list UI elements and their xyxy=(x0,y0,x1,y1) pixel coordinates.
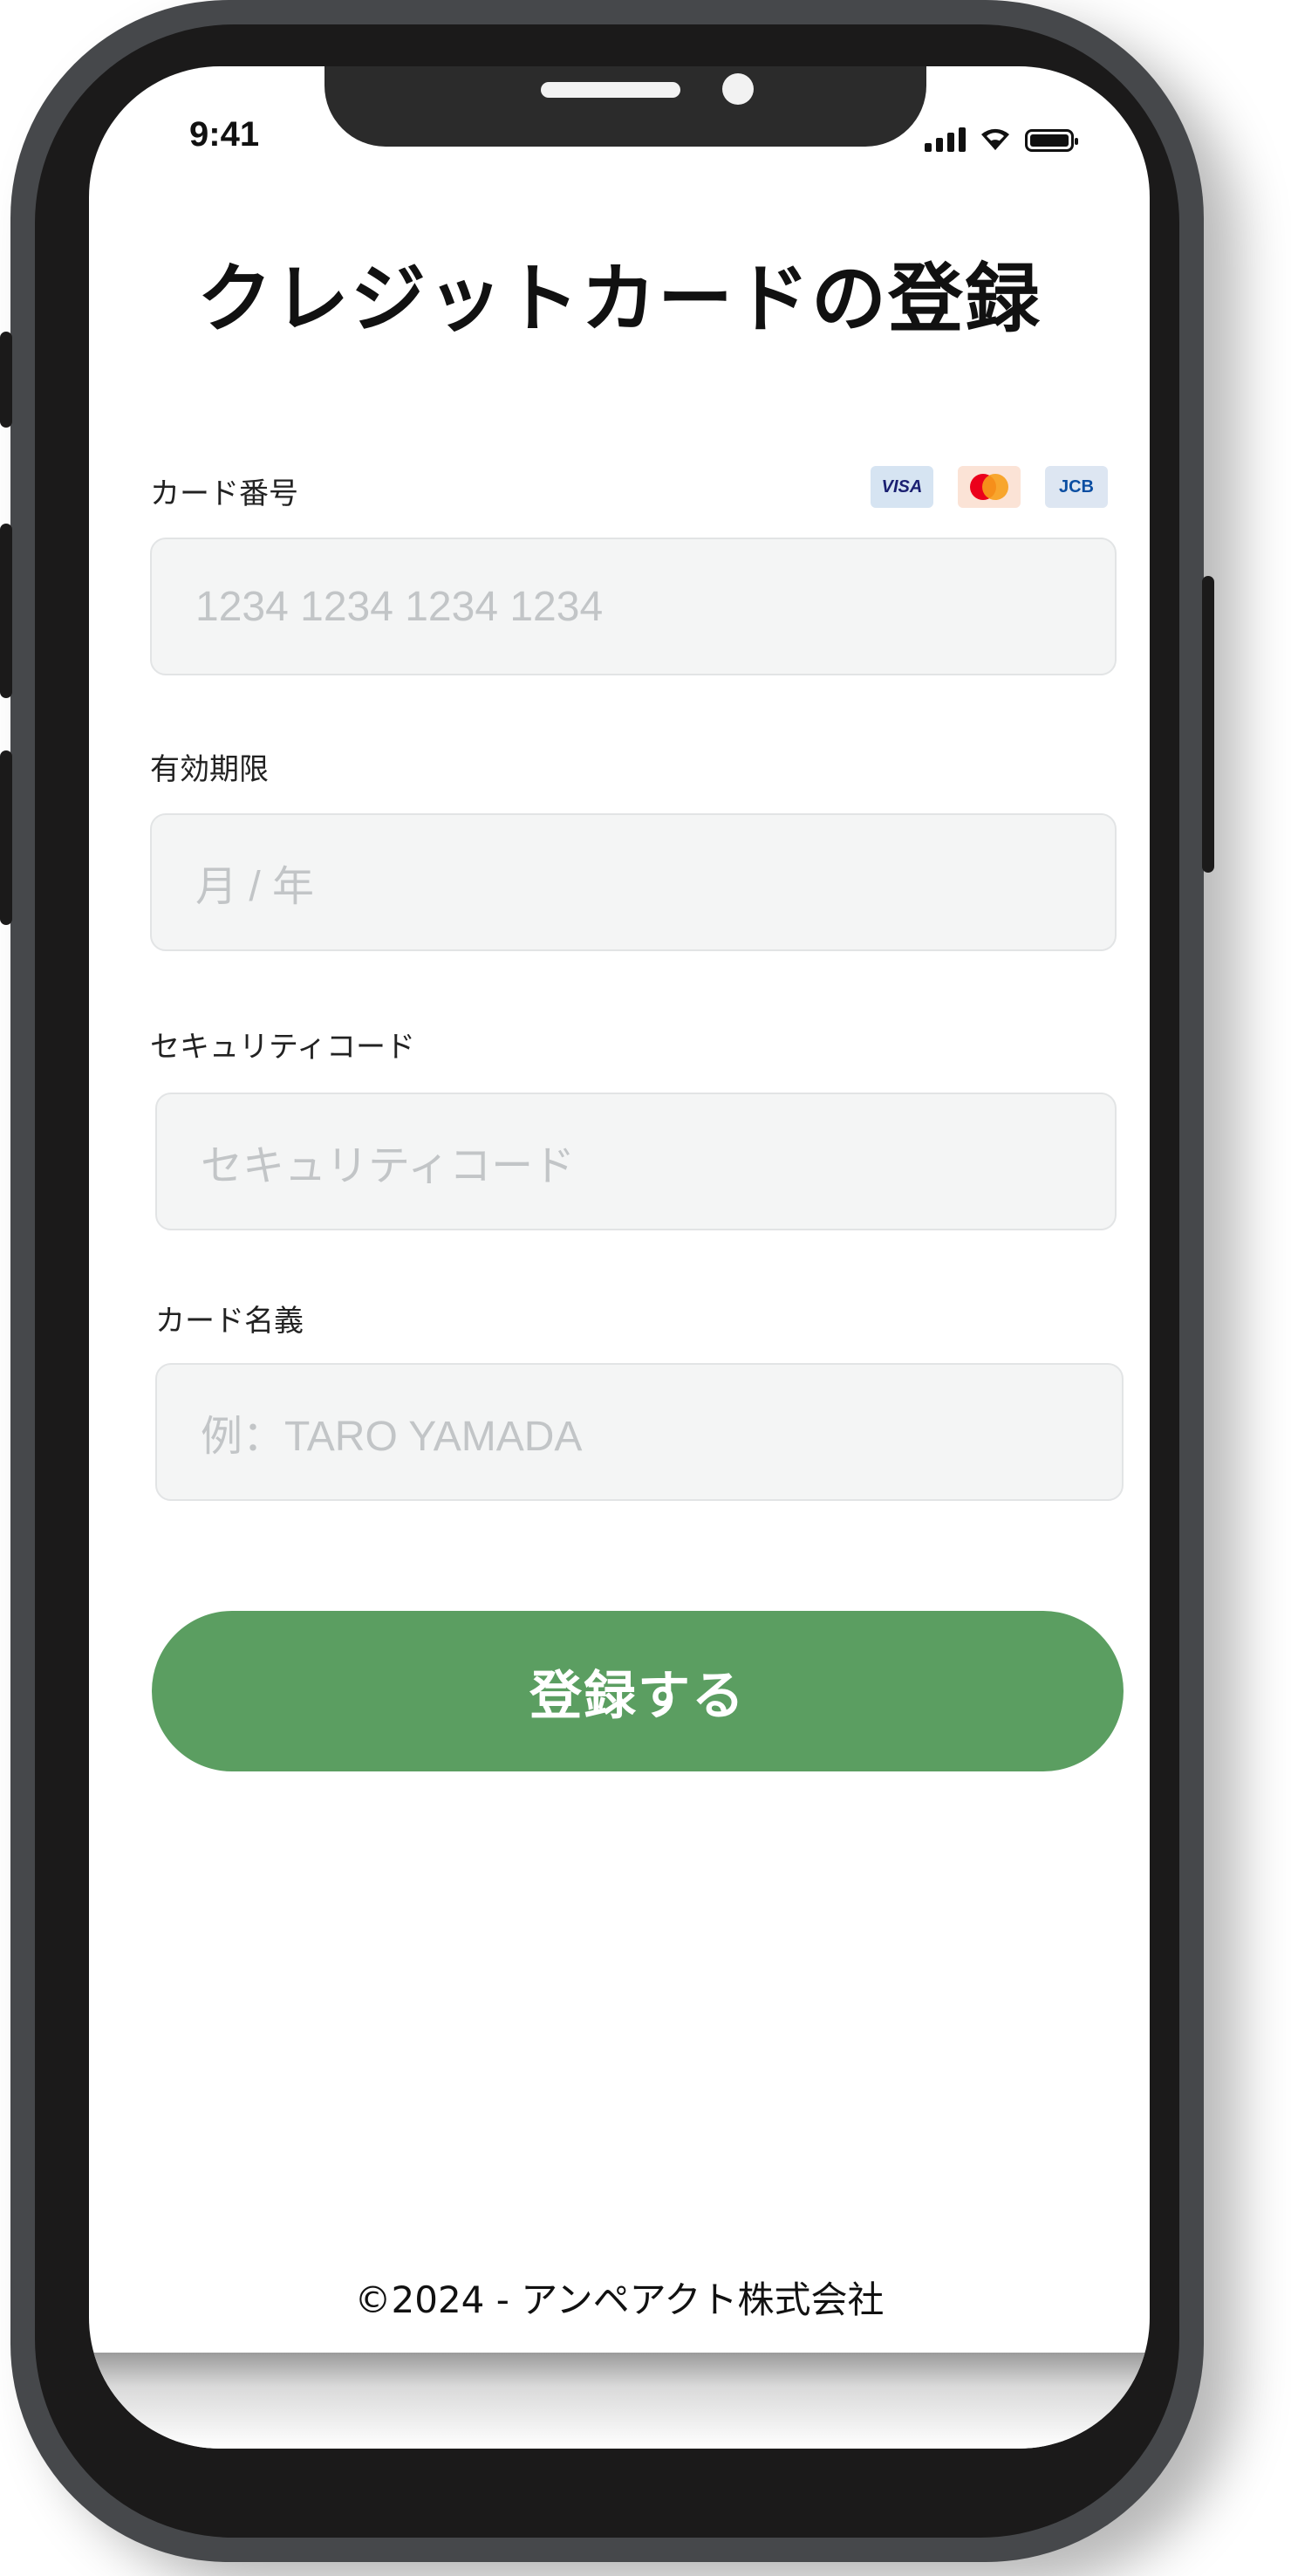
visa-icon: VISA xyxy=(871,466,933,508)
speaker xyxy=(541,82,680,98)
footer-copyright: ©2024 - アンペアクト株式会社 xyxy=(354,2278,885,2321)
card-number-input[interactable]: 1234 1234 1234 1234 xyxy=(150,538,1117,675)
camera xyxy=(722,73,754,105)
card-number-label: カード番号 xyxy=(150,476,298,511)
expiry-label: 有効期限 xyxy=(150,752,269,787)
card-brand-logos: VISA JCB xyxy=(871,466,1108,508)
security-code-input[interactable]: セキュリティコード xyxy=(155,1093,1117,1230)
notch xyxy=(324,66,926,147)
status-time: 9:41 xyxy=(189,115,260,154)
screen-bottom-shade xyxy=(89,2353,1150,2449)
status-icons xyxy=(925,120,1078,152)
card-holder-label: カード名義 xyxy=(155,1304,304,1339)
side-button-volume-down xyxy=(0,750,12,925)
battery-icon xyxy=(1025,129,1078,152)
jcb-icon: JCB xyxy=(1045,466,1108,508)
signal-icon xyxy=(925,126,966,152)
card-holder-input[interactable]: 例：TARO YAMADA xyxy=(155,1363,1124,1501)
phone-frame: 9:41 クレジットカードの登録 カード番号 VISA JCB 1234 123… xyxy=(0,0,1214,2562)
mastercard-icon xyxy=(958,466,1021,508)
phone-screen: 9:41 クレジットカードの登録 カード番号 VISA JCB 1234 123… xyxy=(89,66,1150,2449)
wifi-icon xyxy=(981,128,1009,150)
page-title: クレジットカードの登録 xyxy=(197,256,1042,343)
side-button-power xyxy=(1202,576,1214,873)
expiry-input[interactable]: 月 / 年 xyxy=(150,813,1117,951)
security-code-label: セキュリティコード xyxy=(150,1030,415,1065)
side-button-mute xyxy=(0,332,12,428)
register-button[interactable]: 登録する xyxy=(152,1611,1124,1771)
side-button-volume-up xyxy=(0,524,12,698)
